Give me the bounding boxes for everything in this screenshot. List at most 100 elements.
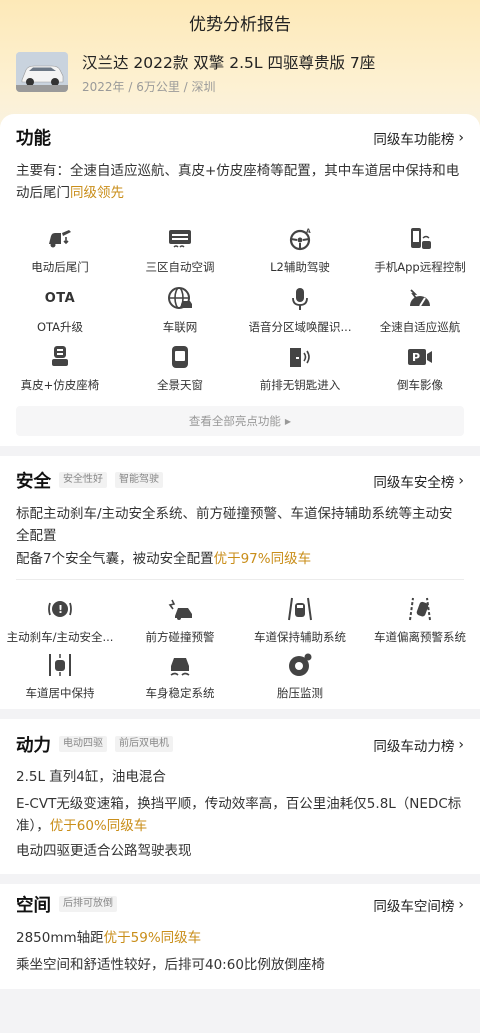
- safety-title: 安全: [16, 471, 51, 492]
- space-card: 空间 后排可放倒 同级车空间榜 › 2850mm轴距优于59%同级车 乘坐空间和…: [0, 884, 480, 989]
- feature-label: 车道保持辅助系统: [254, 630, 346, 644]
- feature-item[interactable]: 全速自适应巡航: [360, 286, 480, 335]
- feature-item[interactable]: 车道保持辅助系统: [240, 596, 360, 645]
- feature-item[interactable]: 全景天窗: [120, 344, 240, 393]
- feature-label: 全景天窗: [157, 378, 203, 392]
- safety-airbag-text: 配备7个安全气囊，被动安全配置: [16, 551, 214, 567]
- feature-item[interactable]: 车道居中保持: [0, 652, 120, 701]
- space-rank-label: 同级车空间榜: [373, 899, 455, 915]
- feature-item[interactable]: 胎压监测: [240, 652, 360, 701]
- chevron-right-icon: ›: [458, 130, 464, 146]
- feature-item[interactable]: 车道偏离预警系统: [360, 596, 480, 645]
- safety-tag: 安全性好: [59, 472, 107, 488]
- feature-label: OTA升级: [36, 320, 84, 334]
- feature-label: 倒车影像: [397, 378, 443, 392]
- phone-remote-icon: [411, 228, 431, 249]
- space-rank-link[interactable]: 同级车空间榜 ›: [373, 895, 464, 915]
- feature-label: 前排无钥匙进入: [259, 378, 341, 392]
- function-rank-label: 同级车功能榜: [373, 132, 455, 148]
- feature-item[interactable]: 前排无钥匙进入: [240, 344, 360, 393]
- reverse-camera-icon: P: [408, 349, 432, 365]
- function-rank-link[interactable]: 同级车功能榜 ›: [373, 128, 464, 148]
- car-name: 汉兰达 2022款 双擎 2.5L 四驱尊贵版 7座: [82, 54, 376, 72]
- safety-card: 安全 安全性好 智能驾驶 同级车安全榜 › 标配主动刹车/主动安全系统、前方碰撞…: [0, 456, 480, 709]
- feature-label: 电动后尾门: [31, 260, 89, 274]
- space-wheelbase: 2850mm轴距优于59%同级车: [16, 927, 464, 949]
- divider: [16, 579, 464, 580]
- view-all-features-button[interactable]: 查看全部亮点功能 ▶: [16, 406, 464, 436]
- cruise-control-icon: [410, 289, 430, 307]
- function-desc-highlight: 同级领先: [70, 185, 124, 201]
- triangle-right-icon: ▶: [284, 416, 292, 426]
- function-card: 功能 同级车功能榜 › 主要有：全速自适应巡航、真皮+仿皮座椅等配置，其中车道居…: [0, 114, 480, 446]
- car-meta: 2022年 / 6万公里 / 深圳: [82, 80, 216, 94]
- feature-label: 车道居中保持: [25, 686, 95, 700]
- svg-text:!: !: [58, 603, 63, 616]
- feature-item[interactable]: 三区自动空调: [120, 226, 240, 275]
- feature-label: 车身稳定系统: [145, 686, 215, 700]
- ota-icon: OTA: [44, 291, 76, 306]
- feature-item[interactable]: ! 主动刹车/主动安全...: [0, 596, 120, 645]
- space-title: 空间: [16, 895, 51, 916]
- air-conditioner-icon: [169, 230, 191, 248]
- feature-item[interactable]: P 倒车影像: [360, 344, 480, 393]
- view-all-label: 查看全部亮点功能: [188, 414, 281, 428]
- power-tag: 前后双电机: [115, 736, 173, 752]
- power-rank-link[interactable]: 同级车动力榜 ›: [373, 735, 464, 755]
- feature-item[interactable]: 语音分区域唤醒识...: [240, 286, 360, 335]
- safety-tag: 智能驾驶: [115, 472, 163, 488]
- space-wheelbase-text: 2850mm轴距: [16, 930, 104, 946]
- svg-text:P: P: [412, 351, 420, 364]
- power-transmission-highlight: 优于60%同级车: [49, 818, 148, 834]
- lane-center-icon: [49, 654, 71, 676]
- feature-label: 主动刹车/主动安全...: [6, 630, 114, 644]
- stability-control-icon: [170, 658, 190, 676]
- feature-label: 前方碰撞预警: [145, 630, 215, 644]
- car-thumbnail: [16, 52, 68, 92]
- power-engine: 2.5L 直列4缸，油电混合: [16, 769, 166, 785]
- sunroof-icon: [172, 346, 188, 368]
- feature-item[interactable]: OTA OTA升级: [0, 286, 120, 335]
- connected-car-icon: [168, 287, 192, 309]
- keyless-entry-icon: [290, 348, 310, 367]
- tire-pressure-icon: [289, 653, 312, 676]
- active-brake-icon: !: [48, 601, 72, 617]
- feature-item[interactable]: 电动后尾门: [0, 226, 120, 275]
- lane-keep-icon: [288, 597, 312, 621]
- feature-label: 全速自适应巡航: [379, 320, 461, 334]
- feature-label: L2辅助驾驶: [270, 260, 330, 274]
- feature-label: 手机App远程控制: [374, 260, 466, 274]
- steering-assist-icon: A: [289, 228, 311, 251]
- car-header[interactable]: 汉兰达 2022款 双擎 2.5L 四驱尊贵版 7座 2022年 / 6万公里 …: [16, 52, 375, 95]
- chevron-right-icon: ›: [458, 473, 464, 489]
- feature-label: 语音分区域唤醒识...: [248, 320, 352, 334]
- feature-item[interactable]: 车身稳定系统: [120, 652, 240, 701]
- feature-label: 车道偏离预警系统: [374, 630, 466, 644]
- safety-rank-label: 同级车安全榜: [373, 475, 455, 491]
- collision-warning-icon: [168, 599, 192, 620]
- power-transmission: E-CVT无级变速箱，换挡平顺，传动效率高，百公里油耗仅5.8L（NEDC标准）…: [16, 793, 464, 837]
- microphone-icon: [292, 288, 308, 310]
- feature-label: 三区自动空调: [145, 260, 215, 274]
- safety-airbag-desc: 配备7个安全气囊，被动安全配置优于97%同级车: [16, 548, 464, 570]
- safety-rank-link[interactable]: 同级车安全榜 ›: [373, 471, 464, 491]
- power-rank-label: 同级车动力榜: [373, 739, 455, 755]
- feature-label: 胎压监测: [277, 686, 323, 700]
- feature-item[interactable]: A L2辅助驾驶: [240, 226, 360, 275]
- feature-label: 真皮+仿皮座椅: [20, 378, 100, 392]
- space-tag: 后排可放倒: [59, 896, 117, 912]
- space-wheelbase-highlight: 优于59%同级车: [103, 930, 202, 946]
- function-desc: 主要有：全速自适应巡航、真皮+仿皮座椅等配置，其中车道居中保持和电动后尾门同级领…: [16, 160, 464, 204]
- power-tag: 电动四驱: [59, 736, 107, 752]
- feature-item[interactable]: 车联网: [120, 286, 240, 335]
- feature-item[interactable]: 前方碰撞预警: [120, 596, 240, 645]
- feature-label: 车联网: [162, 320, 198, 334]
- chevron-right-icon: ›: [458, 897, 464, 913]
- safety-airbag-highlight: 优于97%同级车: [213, 551, 312, 567]
- space-comfort: 乘坐空间和舒适性较好，后排可40:60比例放倒座椅: [16, 957, 325, 973]
- power-title: 动力: [16, 735, 51, 756]
- feature-item[interactable]: 真皮+仿皮座椅: [0, 344, 120, 393]
- chevron-right-icon: ›: [458, 737, 464, 753]
- function-title: 功能: [16, 128, 51, 149]
- feature-item[interactable]: 手机App远程控制: [360, 226, 480, 275]
